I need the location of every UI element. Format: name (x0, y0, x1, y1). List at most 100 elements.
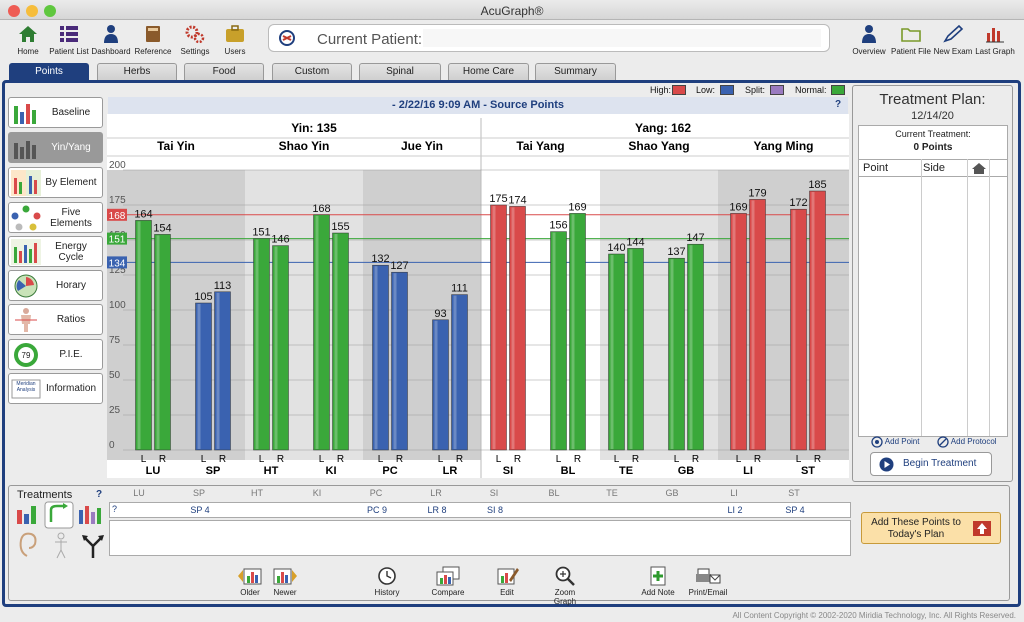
current-treatment-box: Current Treatment: 0 Points Point Side (858, 125, 1008, 437)
horary-clock-icon (14, 274, 38, 298)
add-note-button[interactable]: Add Note (636, 566, 680, 597)
sidebar-baseline-label: Baseline (51, 107, 91, 118)
meridian-label-bl: BL (561, 465, 576, 477)
patient-list-button[interactable]: Patient List (46, 22, 92, 56)
newer-button[interactable]: Newer (263, 566, 307, 597)
add-points-to-plan-button[interactable]: Add These Points to Today's Plan (861, 512, 1001, 544)
sidebar-information-button[interactable]: Meridian Analysis Information (8, 373, 103, 404)
bar-highlight-ki-r (334, 234, 338, 449)
sidebar-pie-label: P.I.E. (59, 349, 83, 360)
tab-summary[interactable]: Summary (535, 63, 616, 80)
col-side-header: Side (923, 162, 946, 174)
y-tick-175: 175 (109, 195, 126, 206)
older-graph-icon (238, 568, 262, 585)
side-label-pc-l: L (378, 454, 384, 465)
value-label-li-l: 169 (729, 201, 747, 213)
dashboard-button[interactable]: Dashboard (88, 22, 134, 56)
treatments-col-te: TE (606, 488, 618, 498)
y-tick-25: 25 (109, 405, 121, 416)
users-button[interactable]: Users (212, 22, 258, 56)
fork-arrows-icon[interactable] (82, 535, 104, 558)
value-label-bl-l: 156 (549, 220, 567, 232)
value-label-li-r: 179 (748, 187, 766, 199)
treatment-point-lr[interactable]: LR 8 (417, 505, 457, 515)
side-label-ht-l: L (259, 454, 265, 465)
y-tick-200: 200 (109, 160, 126, 171)
sidebar-pie-button[interactable]: 79 P.I.E. (8, 339, 103, 370)
treatment-point-st[interactable]: SP 4 (775, 505, 815, 515)
history-button[interactable]: History (365, 566, 409, 597)
body-icon[interactable] (55, 532, 67, 559)
tab-spinal[interactable]: Spinal (359, 63, 441, 80)
add-points-to-plan-label: Add These Points to Today's Plan (871, 517, 961, 540)
meridian-label-ht: HT (264, 465, 279, 477)
treatment-point-pc[interactable]: PC 9 (357, 505, 397, 515)
ear-icon[interactable] (19, 532, 37, 557)
treatments-row[interactable]: ? SP 4 PC 9 LR 8 SI 8 LI 2 SP 4 (109, 502, 851, 518)
add-point-icon (871, 436, 883, 448)
sidebar-five-elements-button[interactable]: Five Elements (8, 202, 103, 233)
sidebar-by-element-button[interactable]: By Element (8, 167, 103, 198)
zoom-graph-button[interactable]: Zoom Graph (543, 566, 587, 606)
tab-food[interactable]: Food (184, 63, 264, 80)
treatment-point-sp[interactable]: SP 4 (180, 505, 220, 515)
overview-person-icon (862, 25, 876, 43)
bar-highlight-bl-r (571, 214, 575, 449)
new-exam-button[interactable]: New Exam (930, 22, 976, 56)
add-note-icon (650, 566, 666, 586)
compare-button[interactable]: Compare (426, 566, 470, 597)
edit-label: Edit (500, 588, 514, 597)
treatments-row-help[interactable]: ? (112, 504, 117, 514)
sidebar-yin-yang-button[interactable]: Yin/Yang (8, 132, 103, 163)
home-button[interactable]: Home (5, 22, 51, 56)
treatments-help-button[interactable]: ? (96, 489, 102, 500)
home-icon (19, 26, 37, 42)
tab-points[interactable]: Points (9, 63, 89, 80)
tab-custom[interactable]: Custom (272, 63, 352, 80)
yang-header: Yang: 162 (635, 121, 691, 135)
graph-treatment-icon[interactable] (17, 506, 36, 524)
cycle-treatment-icon[interactable] (44, 501, 74, 529)
history-label: History (374, 588, 400, 597)
treatments-col-si: SI (489, 488, 499, 498)
treatments-col-gb: GB (665, 488, 679, 498)
compare-graphs-icon (436, 566, 460, 586)
treatment-point-si[interactable]: SI 8 (475, 505, 515, 515)
side-label-pc-r: R (396, 454, 403, 465)
print-email-button[interactable]: Print/Email (686, 566, 730, 597)
begin-treatment-button[interactable]: Begin Treatment (870, 452, 992, 476)
add-protocol-button[interactable]: Add Protocol (937, 436, 997, 448)
by-element-thumb-icon (11, 170, 41, 196)
patient-file-button[interactable]: Patient File (888, 22, 934, 56)
sidebar-ratios-label: Ratios (56, 314, 86, 325)
overview-button[interactable]: Overview (846, 22, 892, 56)
sidebar-energy-cycle-button[interactable]: Energy Cycle (8, 236, 103, 267)
pie-score-text: 79 (22, 351, 31, 360)
bar-highlight-gb-r (689, 245, 693, 449)
chart-treatment-icon[interactable] (79, 506, 101, 524)
legend-high-swatch (672, 85, 686, 95)
edit-button[interactable]: Edit (485, 566, 529, 597)
treatment-point-li[interactable]: LI 2 (715, 505, 755, 515)
sidebar-baseline-button[interactable]: Baseline (8, 97, 103, 128)
current-patient-box[interactable]: Current Patient: (268, 24, 830, 52)
value-label-gb-r: 147 (686, 232, 704, 244)
bar-highlight-te-l (610, 255, 614, 449)
meridian-label-st: ST (801, 465, 815, 477)
tab-herbs[interactable]: Herbs (97, 63, 177, 80)
folder-icon (901, 28, 921, 42)
bar-highlight-pc-r (393, 273, 397, 449)
add-point-label: Add Point (884, 437, 920, 447)
treatments-col-bl: BL (548, 488, 560, 498)
graph-help-button[interactable]: ? (835, 99, 841, 110)
sidebar-horary-button[interactable]: Horary (8, 270, 103, 301)
add-point-button[interactable]: Add Point (871, 436, 919, 448)
tab-home-care[interactable]: Home Care (448, 63, 529, 80)
sidebar-ratios-button[interactable]: Ratios (8, 304, 103, 335)
new-exam-label: New Exam (933, 47, 973, 56)
last-graph-button[interactable]: Last Graph (972, 22, 1018, 56)
table-divider-3 (989, 159, 990, 436)
dashboard-icon (104, 25, 118, 43)
reference-button[interactable]: Reference (130, 22, 176, 56)
bar-highlight-ht-l (255, 239, 259, 449)
